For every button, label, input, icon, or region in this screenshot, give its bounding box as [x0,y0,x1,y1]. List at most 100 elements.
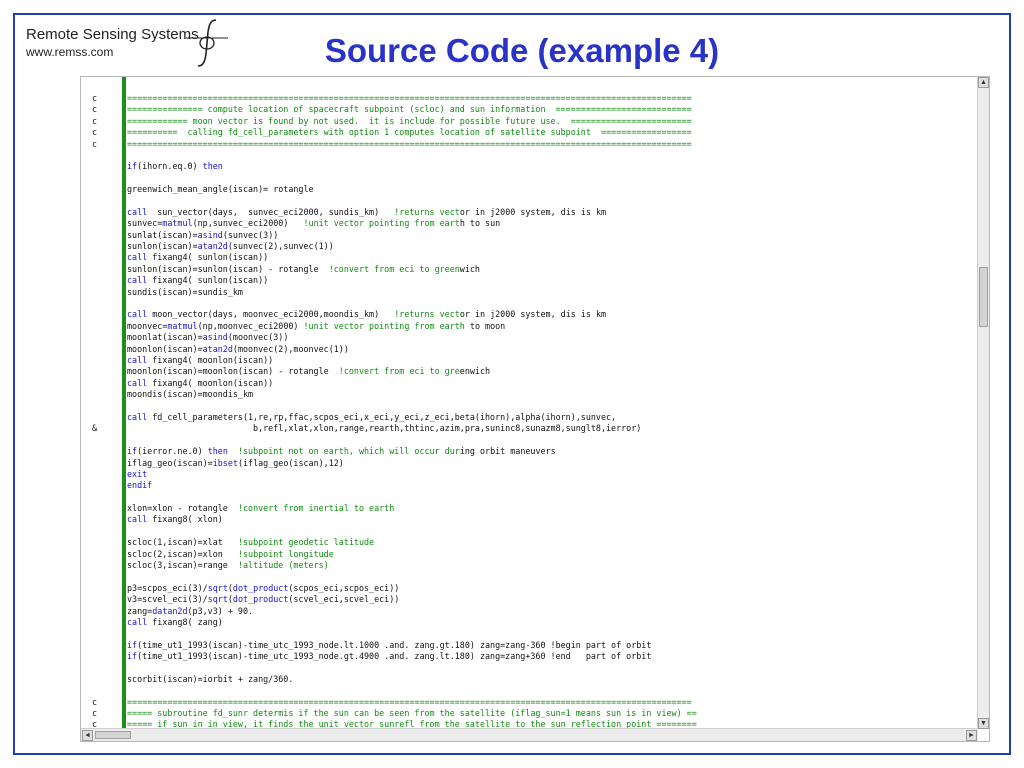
code-comment: !convert from inertial to earth [237,503,395,514]
code-viewer[interactable]: c =======================================… [80,76,990,742]
code-keyword: if [127,161,138,172]
code-text: moon_vector(days, moonvec_eci2000,moondi… [147,309,395,320]
code-line: if(time_ut1_1993(iscan)-time_utc_1993_no… [92,640,697,651]
code-line: iflag_geo(iscan)=ibset(iflag_geo(iscan),… [92,458,697,469]
code-text: greenwich_mean_angle(iscan)= rotangle [127,184,314,195]
code-line: call fixang4( sunlon(iscan)) [92,252,697,263]
code-text: sundis(iscan)=sundis_km [127,286,243,297]
scroll-right-arrow-icon[interactable]: ► [966,730,977,741]
code-line: p3=scpos_eci(3)/sqrt(dot_product(scpos_e… [92,583,697,594]
code-line: if(time_ut1_1993(iscan)-time_utc_1993_no… [92,651,697,662]
code-comment: ========================================… [127,696,692,707]
code-keyword: endif [127,480,153,491]
code-comment: !unit vector pointing from eart [303,218,460,229]
code-keyword: matmul [167,320,198,331]
code-line: scloc(3,iscan)=range !altitude (meters) [92,560,697,571]
code-keyword: call [127,354,148,365]
line-marker: c [92,127,98,138]
code-text: fixang4( moonlon(iscan)) [147,377,274,388]
code-comment: !returns vect [394,309,460,320]
code-text: to moon [464,320,506,331]
code-text: (np,sunvec_eci2000) [192,218,304,229]
code-keyword: asind [202,332,228,343]
code-comment: !subpoint longitude [237,548,334,559]
code-line: greenwich_mean_angle(iscan)= rotangle [92,184,697,195]
vertical-scrollbar[interactable]: ▲ ▼ [977,77,989,729]
scroll-down-arrow-icon[interactable]: ▼ [978,718,989,729]
code-text: (moonvec(3)) [227,332,289,343]
code-text: (sunvec(3)) [222,229,279,240]
scroll-up-arrow-icon[interactable]: ▲ [978,77,989,88]
code-keyword: call [127,252,148,263]
code-line: sunlon(iscan)=atan2d(sunvec(2),sunvec(1)… [92,241,697,252]
code-text: (sunvec(2),sunvec(1)) [227,241,334,252]
code-text: (time_ut1_1993(iscan)-time_utc_1993_node… [137,651,652,662]
code-line: c ========== calling fd_cell_parameters w… [92,127,697,138]
code-area[interactable]: c =======================================… [81,77,978,729]
code-text: (moonvec(2),moonvec(1)) [232,343,349,354]
line-marker: c [92,708,98,719]
code-line: sunlon(iscan)=sunlon(iscan) - rotangle !… [92,264,697,275]
code-line: scorbit(iscan)=iorbit + zang/360. [92,674,697,685]
code-text: fixang4( moonlon(iscan)) [147,354,274,365]
code-line: xlon=xlon - rotangle !convert from inert… [92,503,697,514]
line-marker: c [92,115,98,126]
code-line: v3=scvel_eci(3)/sqrt(dot_product(scvel_e… [92,594,697,605]
code-text: scorbit(iscan)=iorbit + zang/360. [127,673,294,684]
code-keyword: matmul [162,218,193,229]
code-keyword: call [127,377,148,388]
line-marker: c [92,104,98,115]
code-text: (ihorn.eq.0) [137,161,203,172]
code-comment: !convert from eci to gre [338,366,460,377]
code-line: call sun_vector(days, sunvec_eci2000, su… [92,207,697,218]
code-keyword: call [127,514,148,525]
code-text: zang= [127,605,153,616]
code-line: scloc(1,iscan)=xlat !subpoint geodetic l… [92,537,697,548]
scroll-left-arrow-icon[interactable]: ◄ [82,730,93,741]
code-line: c =======================================… [92,697,697,708]
code-line: exit [92,469,697,480]
code-text: sun_vector(days, sunvec_eci2000, sundis_… [147,206,395,217]
code-keyword: call [127,309,148,320]
code-line: call fd_cell_parameters(1,re,rp,ffac,scp… [92,412,697,423]
code-text: scloc(3,iscan)=range [127,560,238,571]
horizontal-scrollbar[interactable]: ◄ ► [81,728,978,741]
code-text: enwich [459,366,491,377]
code-text: wich [459,263,480,274]
code-line: c ============ moon vector is found by no… [92,116,697,127]
code-comment: !subpoint geodetic latitude [237,537,375,548]
code-line: moondis(iscan)=moondis_km [92,389,697,400]
code-text: iflag_geo(iscan)= [127,457,213,468]
code-text: (p3,v3) + 90. [187,605,254,616]
code-line: if(ihorn.eq.0) then [92,161,697,172]
code-keyword: if [127,446,138,457]
code-text: or in j2000 system, dis is km [459,206,607,217]
code-line: & b,refl,xlat,xlon,range,rearth,thtinc,a… [92,423,697,434]
horizontal-scroll-thumb[interactable] [95,731,131,739]
code-text: sunlat(iscan)= [127,229,198,240]
code-text: sunlon(iscan)=sunlon(iscan) - rotangle [127,263,329,274]
code-text: fixang8( zang) [147,616,223,627]
code-text: v3=scvel_eci(3)/ [127,594,208,605]
code-line: sundis(iscan)=sundis_km [92,287,697,298]
code-comment: ========================================… [127,93,692,103]
code-keyword: atan2d [202,343,233,354]
code-line: moonvec=matmul(np,moonvec_eci2000) !unit… [92,321,697,332]
code-line: call moon_vector(days, moonvec_eci2000,m… [92,309,697,320]
vertical-scroll-thumb[interactable] [979,267,988,327]
code-text: xlon=xlon - rotangle [127,503,238,514]
code-comment: ========================================… [127,138,692,149]
code-line: moonlat(iscan)=asind(moonvec(3)) [92,332,697,343]
code-keyword: then [202,161,223,172]
code-text: (time_ut1_1993(iscan)-time_utc_1993_node… [137,639,652,650]
code-text: (scvel_eci,scvel_eci)) [288,594,400,605]
